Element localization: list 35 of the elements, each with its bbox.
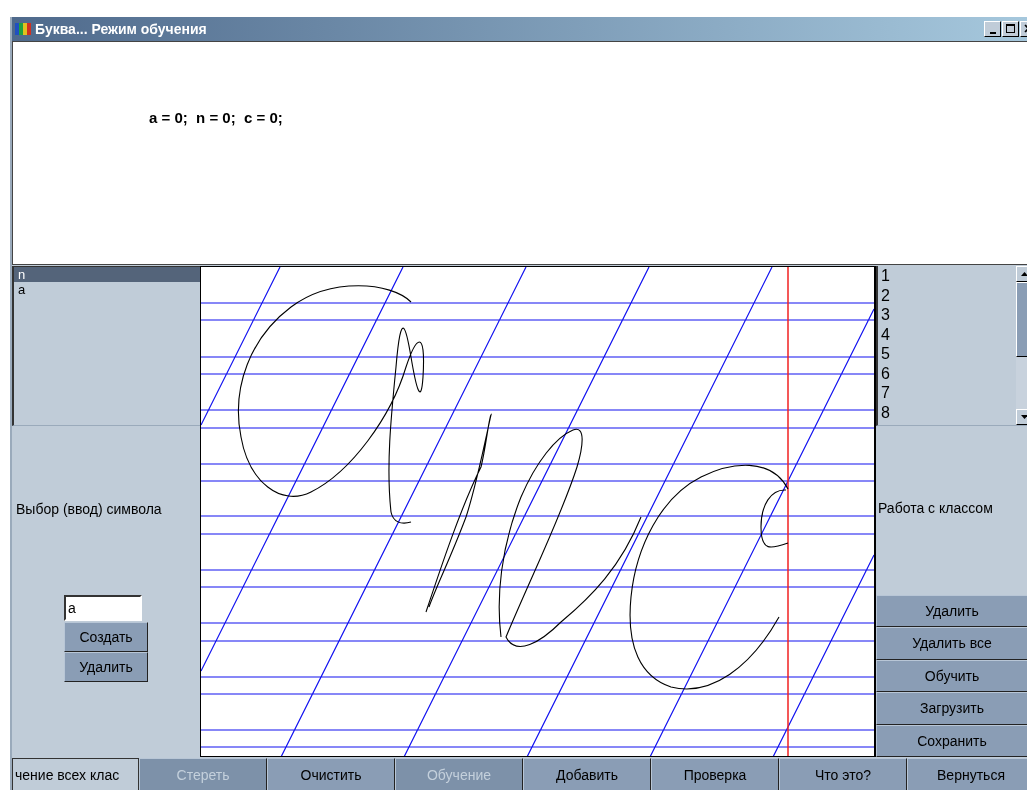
panel-label: Выбор (ввод) символа xyxy=(15,501,162,517)
counts-text: a = 0; n = 0; c = 0; xyxy=(149,109,283,126)
list-item[interactable]: 4 xyxy=(878,324,1016,344)
panel-label: Работа с классом xyxy=(877,500,994,516)
panel-button[interactable]: Удалить xyxy=(876,594,1027,627)
symbol-input[interactable]: a xyxy=(64,595,142,621)
list-item[interactable]: n xyxy=(14,267,200,282)
toolbar-button[interactable]: Очистить xyxy=(267,758,395,790)
panel-button[interactable]: Удалить xyxy=(64,652,148,682)
toolbar-button[interactable]: Вернуться xyxy=(907,758,1027,790)
class-list[interactable]: 1 2 3 4 5 6 7 8 xyxy=(876,266,1027,426)
list-item[interactable]: 7 xyxy=(878,383,1016,403)
panel-button[interactable]: Обучить xyxy=(876,659,1027,692)
panel-button[interactable]: Сохранить xyxy=(876,724,1027,757)
list-item[interactable]: 6 xyxy=(878,363,1016,383)
list-item[interactable]: 1 xyxy=(878,266,1016,286)
list-item[interactable]: 5 xyxy=(878,344,1016,364)
panel-button[interactable]: Загрузить xyxy=(876,692,1027,725)
list-item[interactable]: 3 xyxy=(878,305,1016,325)
toolbar-button[interactable]: чение всех клас xyxy=(12,758,139,790)
window-title: Буква... Режим обучения xyxy=(35,21,207,37)
toolbar-button[interactable]: Проверка xyxy=(651,758,779,790)
minimize-icon xyxy=(989,31,996,34)
panel-button[interactable]: Создать xyxy=(64,622,148,652)
list-item[interactable]: a xyxy=(14,282,200,297)
toolbar-button[interactable]: Добавить xyxy=(523,758,651,790)
toolbar-button[interactable]: Что это? xyxy=(779,758,907,790)
panel-button[interactable]: Удалить все xyxy=(876,627,1027,660)
maximize-button[interactable] xyxy=(1002,21,1019,37)
maximize-icon xyxy=(1005,24,1016,34)
app-icon xyxy=(15,22,31,36)
minimize-button[interactable] xyxy=(984,21,1001,37)
list-item[interactable]: 2 xyxy=(878,285,1016,305)
symbol-list[interactable]: n a xyxy=(12,266,200,426)
list-item[interactable]: 8 xyxy=(878,402,1016,422)
